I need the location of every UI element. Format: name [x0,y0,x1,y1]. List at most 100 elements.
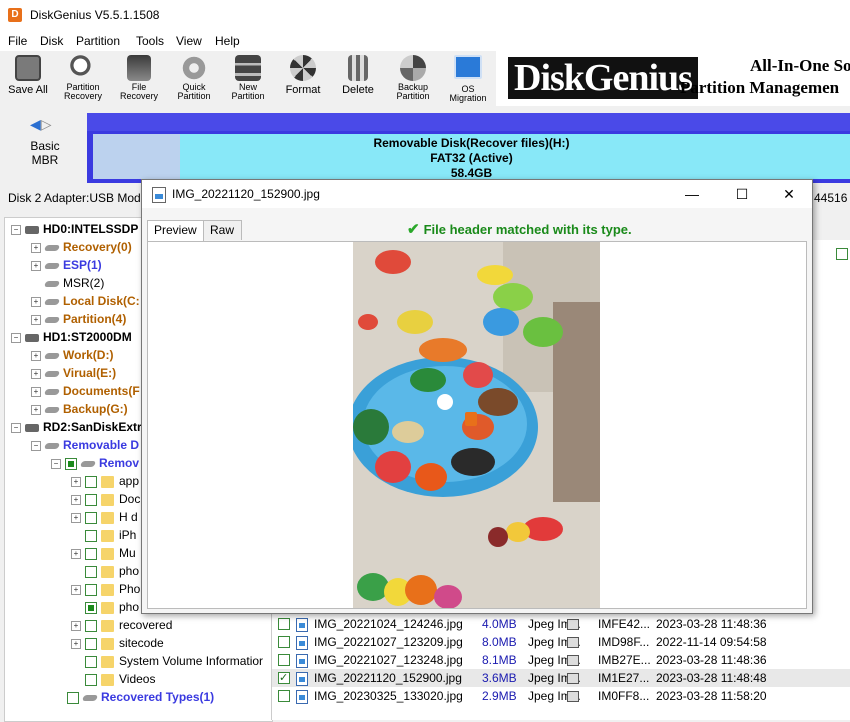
tree-checkbox[interactable] [85,619,97,632]
tree-checkbox[interactable] [85,601,97,614]
expand-icon[interactable]: + [71,584,81,595]
expand-icon[interactable]: + [71,620,81,631]
backup-partition-button[interactable]: Backup Partition [388,51,438,106]
quick-partition-button[interactable]: Quick Partition [170,51,218,106]
tree-item-recovered-types[interactable]: Recovered Types(1) [67,688,214,706]
menu-file[interactable]: File [8,34,27,48]
minimize-button[interactable]: — [677,183,707,205]
expand-icon[interactable]: + [31,368,41,379]
tree-item-rd2[interactable]: − RD2:SanDiskExtr [11,418,142,436]
tab-raw-data[interactable]: Raw Data [203,220,243,256]
hard-disk-icon [25,225,39,234]
expand-icon[interactable]: + [31,350,41,361]
tree-item-msr[interactable]: MSR(2) [43,274,104,292]
tree-item-removable-recover[interactable]: − Remov [51,454,139,472]
tree-checkbox[interactable] [85,673,97,686]
preview-title-bar[interactable]: IMG_20221120_152900.jpg — ☐ ✕ [142,180,812,208]
tree-item-documents-f[interactable]: + Documents(F [31,382,140,400]
expand-icon[interactable]: + [31,404,41,415]
collapse-icon[interactable]: − [11,224,21,235]
tree-folder-pho-1[interactable]: pho [85,562,139,580]
menu-disk[interactable]: Disk [40,34,63,48]
delete-button[interactable]: Delete [334,51,382,106]
tree-folder-pho-2[interactable]: + Pho [71,580,140,598]
tree-item-partition-4[interactable]: + Partition(4) [31,310,126,328]
tree-folder-sitecode[interactable]: + sitecode [71,634,164,652]
disk-bar[interactable] [87,113,850,131]
row-checkbox[interactable] [278,618,290,630]
menu-view[interactable]: View [176,34,202,48]
row-checkbox[interactable] [278,690,290,702]
tree-item-backup-g[interactable]: + Backup(G:) [31,400,128,418]
menu-partition[interactable]: Partition [76,34,120,48]
maximize-button[interactable]: ☐ [727,183,757,205]
tree-folder-iph[interactable]: iPh [85,526,136,544]
tree-item-hd1[interactable]: − HD1:ST2000DM [11,328,132,346]
tree-folder-system-volume[interactable]: System Volume Informatior [85,652,263,670]
expand-icon[interactable]: + [31,260,41,271]
row-checkbox[interactable] [278,654,290,666]
collapse-icon[interactable]: − [51,458,61,469]
tree-checkbox[interactable] [85,493,97,506]
tree-checkbox[interactable] [85,511,97,524]
expand-icon[interactable]: + [31,296,41,307]
tree-checkbox[interactable] [85,529,97,542]
tree-folder-recovered[interactable]: + recovered [71,616,172,634]
expand-icon[interactable]: + [71,494,81,505]
tree-checkbox[interactable] [65,457,77,470]
tree-folder-app[interactable]: + app [71,472,139,490]
tree-folder-pho-3[interactable]: pho [85,598,139,616]
row-checkbox[interactable] [278,669,290,687]
tree-item-hd0[interactable]: − HD0:INTELSSDP [11,220,138,238]
expand-icon[interactable]: + [71,476,81,487]
partition-recovery-button[interactable]: Partition Recovery [58,51,108,106]
table-row-selected[interactable]: IMG_20221120_152900.jpg3.6MBJpeg Im...IM… [272,669,850,687]
expand-icon[interactable]: + [71,548,81,559]
next-disk-icon[interactable]: ▷ [41,116,52,132]
tree-checkbox[interactable] [67,691,79,704]
tree-item-local-disk-c[interactable]: + Local Disk(C: [31,292,140,310]
tree-folder-videos[interactable]: Videos [85,670,155,688]
tree-checkbox[interactable] [85,637,97,650]
table-row[interactable]: IMG_20230325_133020.jpg 2.9MB Jpeg Im... IM… [272,687,850,705]
format-button[interactable]: Format [278,51,328,106]
new-partition-button[interactable]: New Partition [224,51,272,106]
menu-help[interactable]: Help [215,34,240,48]
tree-item-virual-e[interactable]: + Virual(E:) [31,364,116,382]
expand-icon[interactable]: + [71,512,81,523]
collapse-icon[interactable]: − [11,332,21,343]
file-recovery-button[interactable]: File Recovery [114,51,164,106]
collapse-icon[interactable]: − [11,422,21,433]
collapse-icon[interactable]: − [31,440,41,451]
tree-folder-doc[interactable]: + Doc [71,490,140,508]
tree-item-work-d[interactable]: + Work(D:) [31,346,113,364]
expand-icon[interactable]: + [31,314,41,325]
tree-folder-h[interactable]: + H d [71,508,138,526]
tree-item-esp[interactable]: + ESP(1) [31,256,102,274]
expand-icon[interactable]: + [31,242,41,253]
select-all-checkbox[interactable] [836,248,848,260]
tree-checkbox[interactable] [85,565,97,578]
disk-partition-block[interactable]: Removable Disk(Recover files)(H:) FAT32 … [87,131,850,183]
tree-checkbox[interactable] [85,655,97,668]
partition-icon [79,460,97,467]
tree-item-removable-disk[interactable]: − Removable D [31,436,139,454]
table-row[interactable]: IMG_20221024_124246.jpg 4.0MB Jpeg Im... IM… [272,615,850,633]
tree-checkbox[interactable] [85,583,97,596]
menu-tools[interactable]: Tools [136,34,164,48]
row-checkbox[interactable] [278,636,290,648]
expand-icon[interactable]: + [71,638,81,649]
prev-disk-icon[interactable]: ◀ [30,116,41,132]
os-migration-button[interactable]: OS Migration [442,51,494,106]
table-row[interactable]: IMG_20221027_123209.jpg 8.0MB Jpeg Im... IM… [272,633,850,651]
disk-nav-arrows[interactable]: ◀▷ [30,116,52,133]
close-button[interactable]: ✕ [774,183,804,205]
tab-preview[interactable]: Preview [147,220,204,241]
save-all-button[interactable]: Save All [4,51,52,106]
tree-checkbox[interactable] [85,475,97,488]
expand-icon[interactable]: + [31,386,41,397]
tree-folder-mu[interactable]: + Mu [71,544,136,562]
table-row[interactable]: IMG_20221027_123248.jpg 8.1MB Jpeg Im... IM… [272,651,850,669]
tree-item-recovery[interactable]: + Recovery(0) [31,238,132,256]
tree-checkbox[interactable] [85,547,97,560]
